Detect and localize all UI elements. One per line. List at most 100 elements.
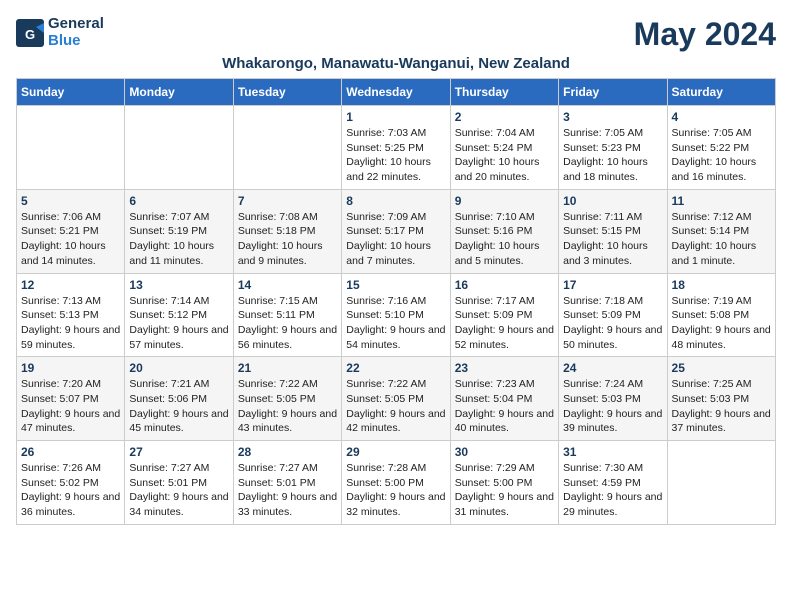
- day-number: 22: [346, 361, 445, 375]
- calendar-cell: 9Sunrise: 7:10 AM Sunset: 5:16 PM Daylig…: [450, 189, 558, 273]
- day-info: Sunrise: 7:28 AM Sunset: 5:00 PM Dayligh…: [346, 461, 445, 520]
- day-info: Sunrise: 7:27 AM Sunset: 5:01 PM Dayligh…: [129, 461, 228, 520]
- calendar-cell: 12 Sunrise: 7:13 AM Sunset: 5:13 PM Dayli…: [17, 273, 125, 357]
- calendar-cell: 17 Sunrise: 7:18 AM Sunset: 5:09 PM Dayli…: [559, 273, 667, 357]
- day-number: 13: [129, 278, 228, 292]
- logo: G General Blue: [16, 16, 104, 49]
- weekday-header-friday: Friday: [559, 79, 667, 106]
- logo-general-text: General: [48, 16, 104, 33]
- weekday-header-wednesday: Wednesday: [342, 79, 450, 106]
- day-info: Sunrise: 7:30 AM Sunset: 4:59 PM Dayligh…: [563, 461, 662, 520]
- calendar-cell: 13 Sunrise: 7:14 AM Sunset: 5:12 PM Dayli…: [125, 273, 233, 357]
- day-number: 21: [238, 361, 337, 375]
- calendar-cell: 3 Sunrise: 7:05 AM Sunset: 5:23 PM Daylig…: [559, 106, 667, 190]
- day-info: Sunrise: 7:27 AM Sunset: 5:01 PM Dayligh…: [238, 461, 337, 520]
- day-number: 29: [346, 445, 445, 459]
- calendar-cell: [233, 106, 341, 190]
- day-number: 7: [238, 194, 337, 208]
- day-number: 18: [672, 278, 771, 292]
- calendar-cell: 11 Sunrise: 7:12 AM Sunset: 5:14 PM Dayli…: [667, 189, 775, 273]
- day-info: Sunrise: 7:21 AM Sunset: 5:06 PM Dayligh…: [129, 377, 228, 436]
- day-info: Sunrise: 7:18 AM Sunset: 5:09 PM Dayligh…: [563, 294, 662, 353]
- day-info: Sunrise: 7:22 AM Sunset: 5:05 PM Dayligh…: [238, 377, 337, 436]
- day-number: 15: [346, 278, 445, 292]
- day-info: Sunrise: 7:14 AM Sunset: 5:12 PM Dayligh…: [129, 294, 228, 353]
- day-number: 12: [21, 278, 120, 292]
- calendar-cell: 20 Sunrise: 7:21 AM Sunset: 5:06 PM Dayli…: [125, 357, 233, 441]
- calendar-cell: 2 Sunrise: 7:04 AM Sunset: 5:24 PM Daylig…: [450, 106, 558, 190]
- calendar-cell: [125, 106, 233, 190]
- calendar-cell: 24 Sunrise: 7:24 AM Sunset: 5:03 PM Dayli…: [559, 357, 667, 441]
- day-number: 4: [672, 110, 771, 124]
- day-info: Sunrise: 7:07 AM Sunset: 5:19 PM Dayligh…: [129, 210, 228, 269]
- day-info: Sunrise: 7:17 AM Sunset: 5:09 PM Dayligh…: [455, 294, 554, 353]
- day-number: 6: [129, 194, 228, 208]
- calendar-cell: [667, 441, 775, 525]
- logo-blue-text: Blue: [48, 33, 104, 50]
- calendar-cell: 25Sunrise: 7:25 AM Sunset: 5:03 PM Dayli…: [667, 357, 775, 441]
- calendar-cell: 22 Sunrise: 7:22 AM Sunset: 5:05 PM Dayli…: [342, 357, 450, 441]
- calendar-cell: 6 Sunrise: 7:07 AM Sunset: 5:19 PM Daylig…: [125, 189, 233, 273]
- day-info: Sunrise: 7:24 AM Sunset: 5:03 PM Dayligh…: [563, 377, 662, 436]
- logo-icon: G: [16, 19, 44, 47]
- calendar-cell: 30Sunrise: 7:29 AM Sunset: 5:00 PM Dayli…: [450, 441, 558, 525]
- day-number: 10: [563, 194, 662, 208]
- day-number: 16: [455, 278, 554, 292]
- day-number: 17: [563, 278, 662, 292]
- day-number: 3: [563, 110, 662, 124]
- day-number: 26: [21, 445, 120, 459]
- calendar-cell: 1 Sunrise: 7:03 AM Sunset: 5:25 PM Daylig…: [342, 106, 450, 190]
- calendar-cell: 31Sunrise: 7:30 AM Sunset: 4:59 PM Dayli…: [559, 441, 667, 525]
- calendar-cell: 27 Sunrise: 7:27 AM Sunset: 5:01 PM Dayli…: [125, 441, 233, 525]
- day-info: Sunrise: 7:26 AM Sunset: 5:02 PM Dayligh…: [21, 461, 120, 520]
- weekday-header-tuesday: Tuesday: [233, 79, 341, 106]
- weekday-header-thursday: Thursday: [450, 79, 558, 106]
- calendar-cell: 4Sunrise: 7:05 AM Sunset: 5:22 PM Daylig…: [667, 106, 775, 190]
- svg-text:G: G: [25, 27, 35, 42]
- calendar-cell: 26 Sunrise: 7:26 AM Sunset: 5:02 PM Dayli…: [17, 441, 125, 525]
- weekday-header-sunday: Sunday: [17, 79, 125, 106]
- day-info: Sunrise: 7:13 AM Sunset: 5:13 PM Dayligh…: [21, 294, 120, 353]
- day-number: 20: [129, 361, 228, 375]
- day-info: Sunrise: 7:03 AM Sunset: 5:25 PM Dayligh…: [346, 126, 445, 185]
- calendar-cell: 10 Sunrise: 7:11 AM Sunset: 5:15 PM Dayli…: [559, 189, 667, 273]
- day-info: Sunrise: 7:04 AM Sunset: 5:24 PM Dayligh…: [455, 126, 554, 185]
- calendar-cell: 14Sunrise: 7:15 AM Sunset: 5:11 PM Dayli…: [233, 273, 341, 357]
- calendar-cell: 19Sunrise: 7:20 AM Sunset: 5:07 PM Dayli…: [17, 357, 125, 441]
- day-number: 23: [455, 361, 554, 375]
- calendar-cell: 5 Sunrise: 7:06 AM Sunset: 5:21 PM Daylig…: [17, 189, 125, 273]
- day-number: 1: [346, 110, 445, 124]
- day-number: 28: [238, 445, 337, 459]
- day-info: Sunrise: 7:16 AM Sunset: 5:10 PM Dayligh…: [346, 294, 445, 353]
- day-info: Sunrise: 7:06 AM Sunset: 5:21 PM Dayligh…: [21, 210, 120, 269]
- calendar-cell: 18 Sunrise: 7:19 AM Sunset: 5:08 PM Dayli…: [667, 273, 775, 357]
- weekday-header-saturday: Saturday: [667, 79, 775, 106]
- calendar-cell: [17, 106, 125, 190]
- calendar-cell: 21 Sunrise: 7:22 AM Sunset: 5:05 PM Dayli…: [233, 357, 341, 441]
- calendar-cell: 7 Sunrise: 7:08 AM Sunset: 5:18 PM Daylig…: [233, 189, 341, 273]
- day-info: Sunrise: 7:12 AM Sunset: 5:14 PM Dayligh…: [672, 210, 771, 269]
- weekday-header-monday: Monday: [125, 79, 233, 106]
- day-info: Sunrise: 7:19 AM Sunset: 5:08 PM Dayligh…: [672, 294, 771, 353]
- day-info: Sunrise: 7:08 AM Sunset: 5:18 PM Dayligh…: [238, 210, 337, 269]
- day-info: Sunrise: 7:15 AM Sunset: 5:11 PM Dayligh…: [238, 294, 337, 353]
- calendar-cell: 29 Sunrise: 7:28 AM Sunset: 5:00 PM Dayli…: [342, 441, 450, 525]
- day-info: Sunrise: 7:22 AM Sunset: 5:05 PM Dayligh…: [346, 377, 445, 436]
- location-title: Whakarongo, Manawatu-Wanganui, New Zeala…: [16, 55, 776, 72]
- day-info: Sunrise: 7:23 AM Sunset: 5:04 PM Dayligh…: [455, 377, 554, 436]
- day-number: 8: [346, 194, 445, 208]
- calendar-cell: 28 Sunrise: 7:27 AM Sunset: 5:01 PM Dayli…: [233, 441, 341, 525]
- day-info: Sunrise: 7:05 AM Sunset: 5:23 PM Dayligh…: [563, 126, 662, 185]
- day-number: 19: [21, 361, 120, 375]
- day-info: Sunrise: 7:11 AM Sunset: 5:15 PM Dayligh…: [563, 210, 662, 269]
- day-number: 2: [455, 110, 554, 124]
- day-number: 27: [129, 445, 228, 459]
- day-number: 9: [455, 194, 554, 208]
- day-number: 5: [21, 194, 120, 208]
- day-number: 24: [563, 361, 662, 375]
- calendar-cell: 23 Sunrise: 7:23 AM Sunset: 5:04 PM Dayli…: [450, 357, 558, 441]
- calendar-cell: 8Sunrise: 7:09 AM Sunset: 5:17 PM Daylig…: [342, 189, 450, 273]
- day-info: Sunrise: 7:25 AM Sunset: 5:03 PM Dayligh…: [672, 377, 771, 436]
- calendar-cell: 16 Sunrise: 7:17 AM Sunset: 5:09 PM Dayli…: [450, 273, 558, 357]
- day-number: 11: [672, 194, 771, 208]
